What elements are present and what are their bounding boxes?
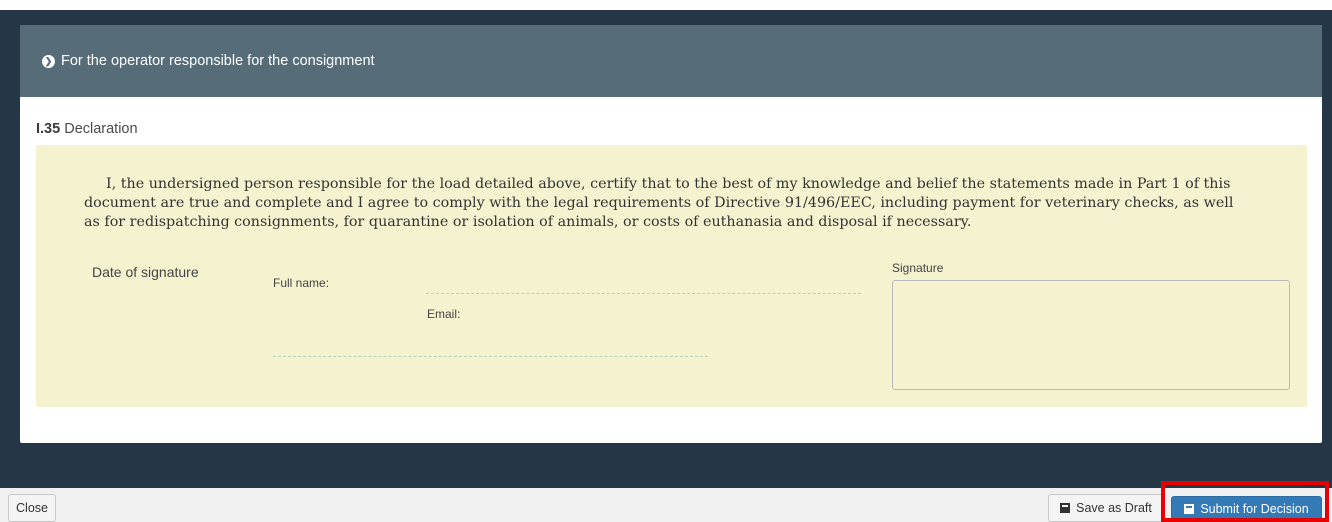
save-as-draft-button[interactable]: Save as Draft xyxy=(1048,494,1164,522)
signature-pad[interactable] xyxy=(892,280,1290,390)
section-label: I.35 Declaration xyxy=(36,121,138,137)
full-name-field[interactable] xyxy=(426,293,861,294)
section-code: I.35 xyxy=(36,121,61,137)
section-title: Declaration xyxy=(64,121,138,137)
date-of-signature-label: Date of signature xyxy=(92,264,199,280)
footer-bar: Close Save as Draft Submit for Decision xyxy=(0,488,1332,522)
signature-label: Signature xyxy=(892,261,944,275)
save-as-draft-label: Save as Draft xyxy=(1076,501,1152,515)
close-button[interactable]: Close xyxy=(8,494,56,522)
close-button-label: Close xyxy=(16,501,48,515)
circle-arrow-right-icon: ❯ xyxy=(42,54,55,68)
top-strip xyxy=(0,0,1332,10)
declaration-text: I, the undersigned person responsible fo… xyxy=(84,176,1234,230)
panel-header-title: For the operator responsible for the con… xyxy=(61,53,375,69)
archive-icon xyxy=(1060,503,1071,513)
submit-for-decision-label: Submit for Decision xyxy=(1200,502,1309,516)
archive-icon xyxy=(1184,504,1195,514)
email-field[interactable] xyxy=(273,356,708,357)
email-label: Email: xyxy=(427,307,461,321)
submit-for-decision-button[interactable]: Submit for Decision xyxy=(1171,496,1322,522)
declaration-panel: ❯ For the operator responsible for the c… xyxy=(20,25,1322,443)
panel-header[interactable]: ❯ For the operator responsible for the c… xyxy=(20,25,1322,97)
declaration-box: I, the undersigned person responsible fo… xyxy=(36,145,1307,407)
full-name-label: Full name: xyxy=(273,276,330,290)
